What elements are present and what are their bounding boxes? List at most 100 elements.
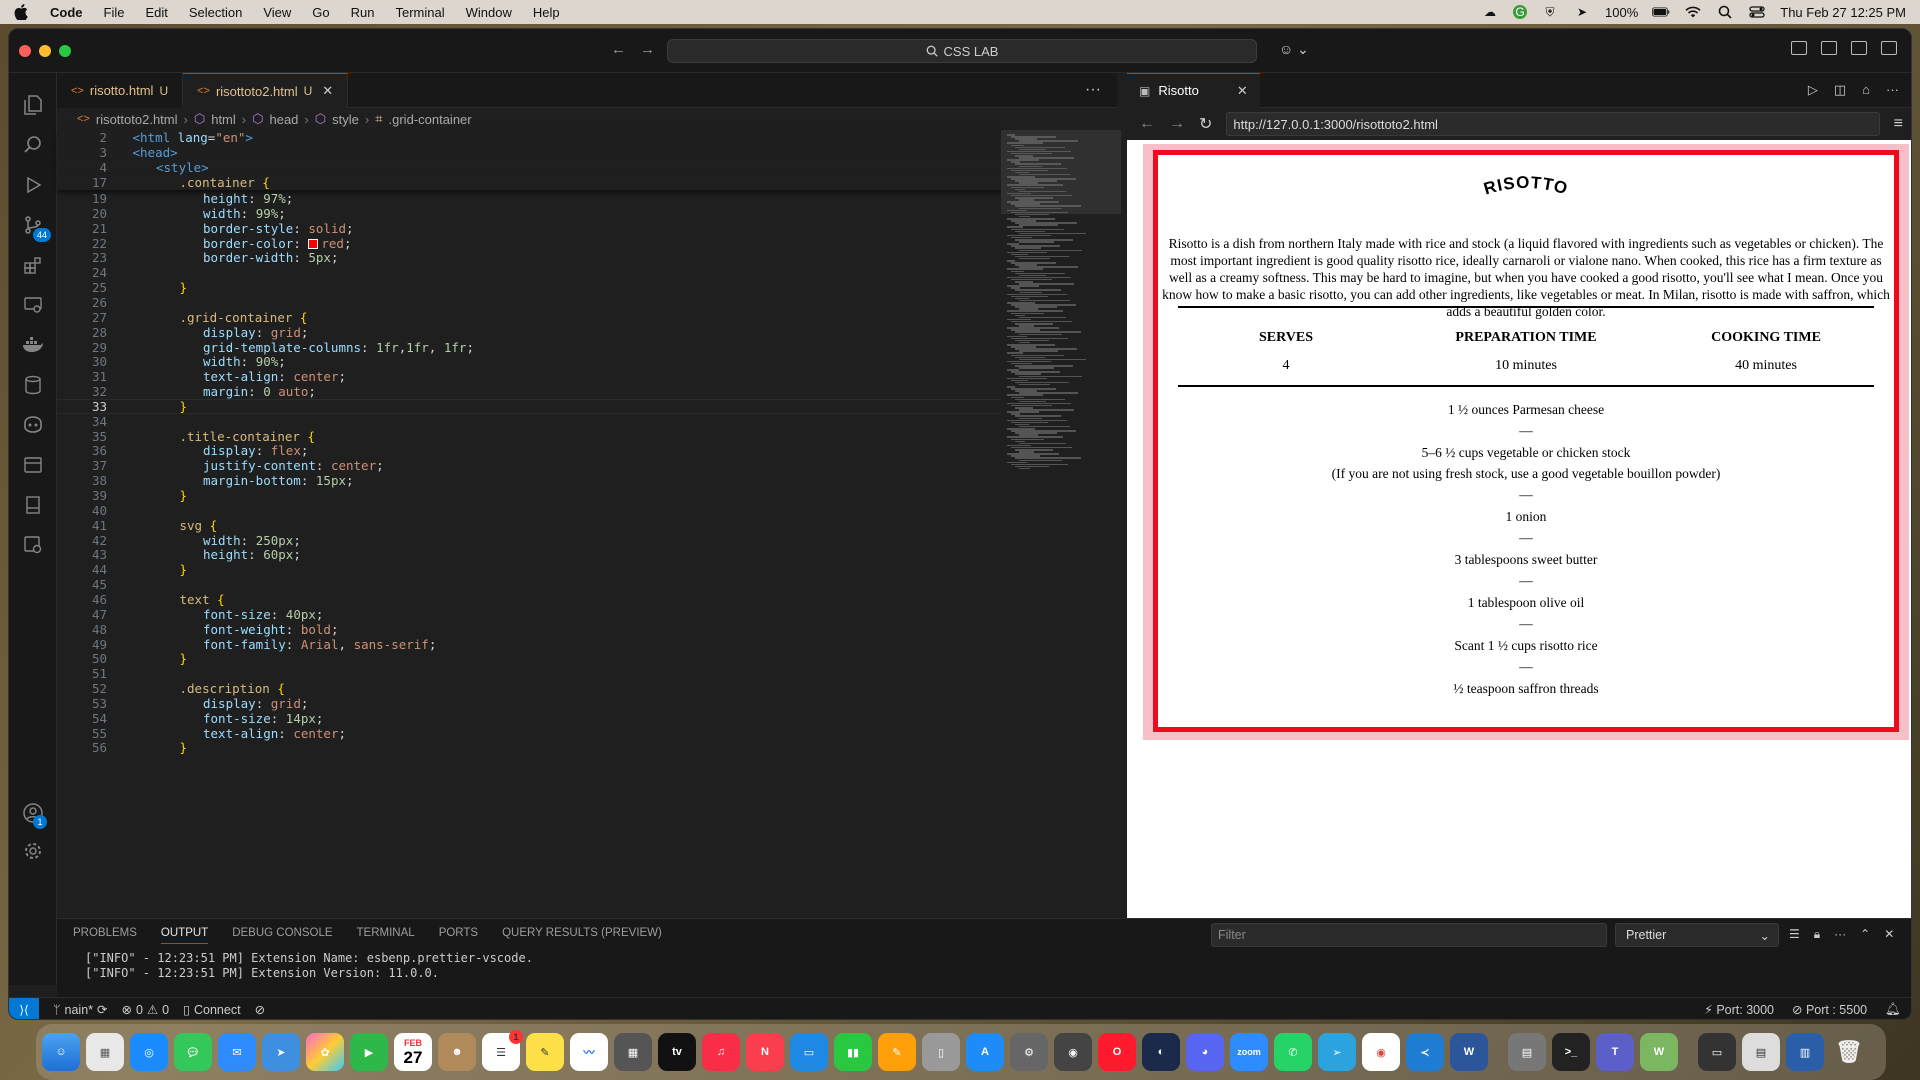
tab-terminal[interactable]: TERMINAL <box>357 927 415 944</box>
folder-stack-icon[interactable]: ▥ <box>1786 1033 1824 1071</box>
back-arrow-icon[interactable]: ← <box>611 41 626 58</box>
code-line[interactable]: 32 margin: 0 auto; <box>57 384 1001 399</box>
telegram-icon[interactable]: ➢ <box>1318 1033 1356 1071</box>
code-line[interactable]: 45 <box>57 577 1001 592</box>
downloads-stack-icon[interactable]: ▤ <box>1742 1033 1780 1071</box>
code-line[interactable]: 37 justify-content: center; <box>57 458 1001 473</box>
reminders-icon[interactable]: ☰ 1 <box>482 1030 523 1071</box>
code-line[interactable]: 28 display: grid; <box>57 325 1001 340</box>
tab-output[interactable]: OUTPUT <box>160 927 209 944</box>
minimize-window-button[interactable] <box>39 45 51 57</box>
maps-icon[interactable]: ➤ <box>262 1033 300 1071</box>
branch-status[interactable]: ᛘ nain* ⟳ <box>53 1002 108 1018</box>
minimized-window-icon[interactable]: ▭ <box>1698 1033 1736 1071</box>
code-line[interactable]: 26 <box>57 295 1001 310</box>
recent-app-icon[interactable]: ▤ <box>1508 1033 1546 1071</box>
menu-view[interactable]: View <box>263 5 291 20</box>
grammarly-icon[interactable]: G <box>1513 5 1527 19</box>
compass-icon[interactable]: ➤ <box>1573 5 1591 19</box>
app-store-icon[interactable]: A <box>966 1033 1004 1071</box>
query-icon[interactable] <box>21 533 45 557</box>
numbers-icon[interactable]: ▮▮ <box>834 1033 872 1071</box>
breadcrumb-file[interactable]: risottoto2.html <box>96 112 178 127</box>
tab-debug-console[interactable]: DEBUG CONSOLE <box>232 927 332 944</box>
more-actions-icon[interactable]: ··· <box>1069 73 1117 107</box>
code-line[interactable]: 42 width: 250px; <box>57 533 1001 548</box>
code-line[interactable]: 55 text-align: center; <box>57 726 1001 741</box>
code-line[interactable]: 56} <box>57 740 1001 755</box>
copilot-chat-icon[interactable] <box>21 413 45 437</box>
code-line[interactable]: 52 .description { <box>57 681 1001 696</box>
tab-risotto-html[interactable]: <> risotto.html U <box>57 73 184 108</box>
sticky-scroll-line[interactable]: 3 <head> <box>57 145 1001 160</box>
code-line[interactable]: 29 grid-template-columns: 1fr,1fr, 1fr; <box>57 340 1001 355</box>
code-line[interactable]: 23 border-width: 5px; <box>57 250 1001 265</box>
code-line[interactable]: 38 margin-bottom: 15px; <box>57 473 1001 488</box>
code-line[interactable]: 43 height: 60px; <box>57 547 1001 562</box>
keynote-icon[interactable]: ▭ <box>790 1033 828 1071</box>
command-center[interactable]: CSS LAB <box>667 39 1257 63</box>
wifi-icon[interactable] <box>1684 5 1702 19</box>
more-actions-icon[interactable]: ··· <box>1886 82 1899 98</box>
code-line[interactable]: 31 text-align: center; <box>57 369 1001 384</box>
calculator-icon[interactable]: ▦ <box>614 1033 652 1071</box>
minimap[interactable] <box>1001 130 1121 918</box>
code-line[interactable]: 36 display: flex; <box>57 443 1001 458</box>
chrome-icon[interactable]: ◉ <box>1362 1033 1400 1071</box>
word-icon[interactable]: W <box>1450 1033 1488 1071</box>
search-icon[interactable] <box>1716 5 1734 19</box>
code-line[interactable]: 25} <box>57 280 1001 295</box>
apple-tv-icon[interactable]: tv <box>658 1033 696 1071</box>
copilot-icon[interactable]: ☺ ⌄ <box>1279 41 1309 58</box>
vscode-icon[interactable]: ≺ <box>1406 1033 1444 1071</box>
remote-indicator-icon[interactable]: ⟩⟨ <box>9 997 39 1019</box>
check-icon[interactable]: ⊘ <box>255 1002 265 1017</box>
code-line[interactable]: 22 border-color: red; <box>57 236 1001 251</box>
zoom-window-button[interactable] <box>59 45 71 57</box>
database-icon[interactable] <box>21 373 45 397</box>
sticky-scroll-line[interactable]: 2 <html lang="en"> <box>57 130 1001 145</box>
toggle-panel-icon[interactable] <box>1851 41 1867 55</box>
settings-gear-icon[interactable] <box>21 839 45 863</box>
port-status-3000[interactable]: ⚡︎ Port: 3000 <box>1704 1002 1774 1017</box>
tab-ports[interactable]: PORTS <box>439 927 478 944</box>
extensions-icon[interactable] <box>21 253 45 277</box>
sticky-scroll-line[interactable]: 17 .container { <box>57 175 1001 190</box>
finder-icon[interactable]: ☺ <box>42 1033 80 1071</box>
photos-icon[interactable]: ✿ <box>306 1033 344 1071</box>
tab-query-results[interactable]: QUERY RESULTS (PREVIEW) <box>502 927 662 944</box>
safari-icon[interactable]: ◎ <box>130 1033 168 1071</box>
system-settings-icon[interactable]: ⚙ <box>1010 1033 1048 1071</box>
mail-icon[interactable]: ✉ <box>218 1033 256 1071</box>
clear-output-icon[interactable]: ☰ <box>1789 927 1800 942</box>
freeform-icon[interactable]: 〰 <box>570 1033 608 1071</box>
shield-icon[interactable]: ⛨ <box>1541 5 1559 19</box>
reload-icon[interactable]: ↻ <box>1199 114 1212 134</box>
tab-problems[interactable]: PROBLEMS <box>73 927 137 944</box>
tab-risottoto2-html[interactable]: <> risottoto2.html U ✕ <box>183 73 349 108</box>
output-filter-input[interactable]: Filter <box>1211 923 1607 947</box>
maximize-panel-icon[interactable]: ⌃ <box>1860 927 1870 942</box>
breadcrumb-head[interactable]: head <box>269 112 298 127</box>
discord-icon[interactable]: ◕ <box>1186 1033 1224 1071</box>
code-line[interactable]: 44} <box>57 562 1001 577</box>
search-icon[interactable] <box>21 133 45 157</box>
code-line[interactable]: 27 .grid-container { <box>57 310 1001 325</box>
customize-layout-icon[interactable] <box>1791 41 1807 55</box>
control-center-icon[interactable] <box>1748 5 1766 19</box>
code-line[interactable]: 30 width: 90%; <box>57 354 1001 369</box>
close-window-button[interactable] <box>19 45 31 57</box>
menu-run[interactable]: Run <box>351 5 375 20</box>
remote-explorer-icon[interactable] <box>21 293 45 317</box>
sticky-scroll-line[interactable]: 4 <style> <box>57 160 1001 175</box>
menu-file[interactable]: File <box>104 5 125 20</box>
back-arrow-icon[interactable]: ← <box>1139 115 1155 133</box>
messages-icon[interactable]: 💬︎ <box>174 1033 212 1071</box>
testing-icon[interactable] <box>21 453 45 477</box>
menu-go[interactable]: Go <box>312 5 329 20</box>
code-line[interactable]: 19 height: 97%; <box>57 191 1001 206</box>
lock-icon[interactable]: ⌂ <box>1862 82 1870 98</box>
preview-icon[interactable]: ▯ <box>922 1033 960 1071</box>
code-line[interactable]: 48 font-weight: bold; <box>57 622 1001 637</box>
code-line[interactable]: 49 font-family: Arial, sans-serif; <box>57 637 1001 652</box>
